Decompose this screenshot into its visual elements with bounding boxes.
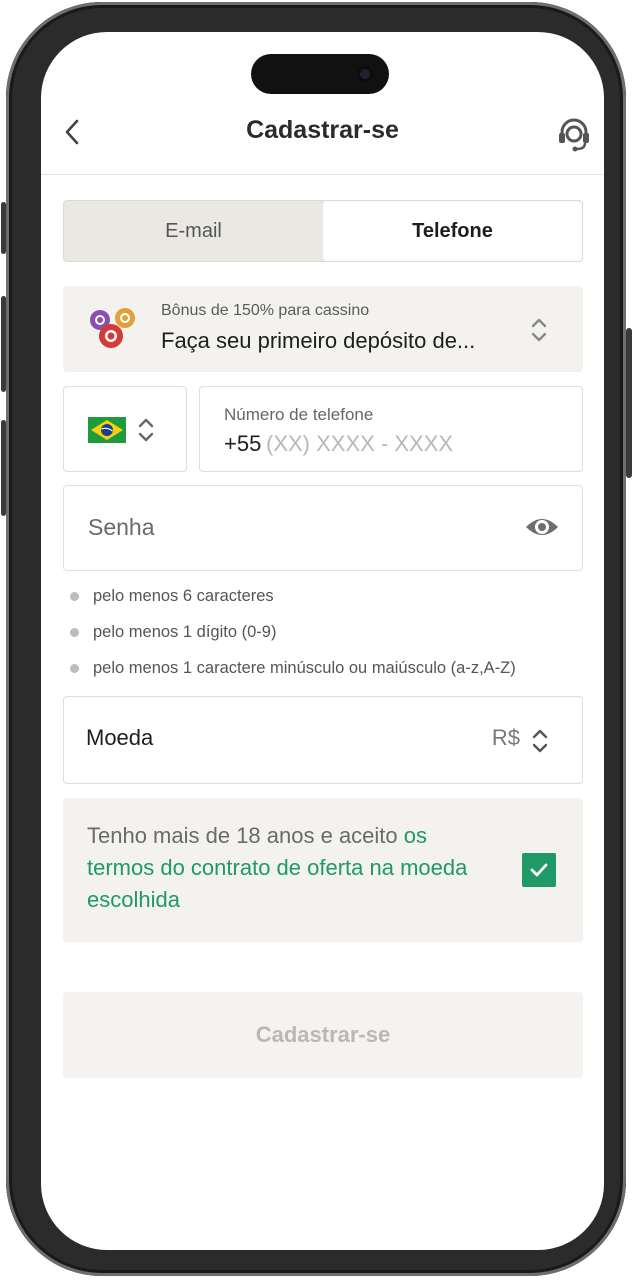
checkmark-icon	[530, 863, 548, 877]
phone-frame: Cadastrar-se E-mail Telefone Bônus de 15…	[1, 2, 632, 1276]
screen: Cadastrar-se E-mail Telefone Bônus de 15…	[41, 32, 604, 1250]
password-rules: pelo menos 6 caracteres pelo menos 1 díg…	[69, 584, 516, 692]
terms-agreement: Tenho mais de 18 anos e aceito os termos…	[63, 798, 583, 942]
bullet-icon	[70, 592, 79, 601]
dynamic-island	[251, 54, 389, 94]
header: Cadastrar-se	[41, 102, 604, 175]
bonus-subtitle: Bônus de 150% para cassino	[161, 302, 370, 319]
brazil-flag-icon	[88, 417, 126, 443]
support-headset-icon[interactable]	[554, 114, 594, 154]
volume-up-button	[1, 296, 6, 392]
currency-value: R$	[491, 725, 520, 750]
password-field[interactable]	[63, 485, 583, 571]
password-rule: pelo menos 1 dígito (0-9)	[69, 620, 516, 656]
chevron-updown-icon	[529, 315, 549, 345]
tab-email[interactable]: E-mail	[64, 201, 323, 261]
chevron-updown-icon	[136, 415, 156, 445]
country-code-selector[interactable]	[63, 386, 187, 472]
volume-down-button	[1, 420, 6, 516]
submit-button[interactable]: Cadastrar-se	[63, 992, 583, 1078]
phone-number-input[interactable]	[266, 431, 546, 457]
currency-label: Moeda	[86, 725, 154, 750]
password-rule: pelo menos 6 caracteres	[69, 584, 516, 620]
bullet-icon	[70, 628, 79, 637]
power-button	[626, 328, 632, 478]
bonus-text: Faça seu primeiro depósito de...	[161, 328, 476, 353]
chevron-updown-icon	[530, 726, 550, 756]
password-input[interactable]	[88, 514, 488, 541]
tab-phone[interactable]: Telefone	[323, 201, 582, 261]
casino-chips-icon	[87, 306, 139, 350]
phone-number-field[interactable]: Número de telefone +55	[199, 386, 583, 472]
terms-text: Tenho mais de 18 anos e aceito os termos…	[87, 823, 468, 912]
page-title: Cadastrar-se	[246, 116, 399, 144]
bullet-icon	[70, 664, 79, 673]
terms-checkbox[interactable]	[522, 853, 556, 887]
mute-switch	[1, 202, 6, 254]
phone-prefix: +55	[224, 431, 262, 456]
password-rule: pelo menos 1 caractere minúsculo ou maiú…	[69, 656, 516, 692]
camera-icon	[357, 66, 373, 82]
bonus-selector[interactable]: Bônus de 150% para cassino Faça seu prim…	[63, 286, 583, 372]
registration-method-tabs: E-mail Telefone	[63, 200, 583, 262]
currency-selector[interactable]: Moeda R$	[63, 696, 583, 784]
phone-number-label: Número de telefone	[224, 405, 374, 424]
eye-icon[interactable]	[524, 512, 560, 542]
